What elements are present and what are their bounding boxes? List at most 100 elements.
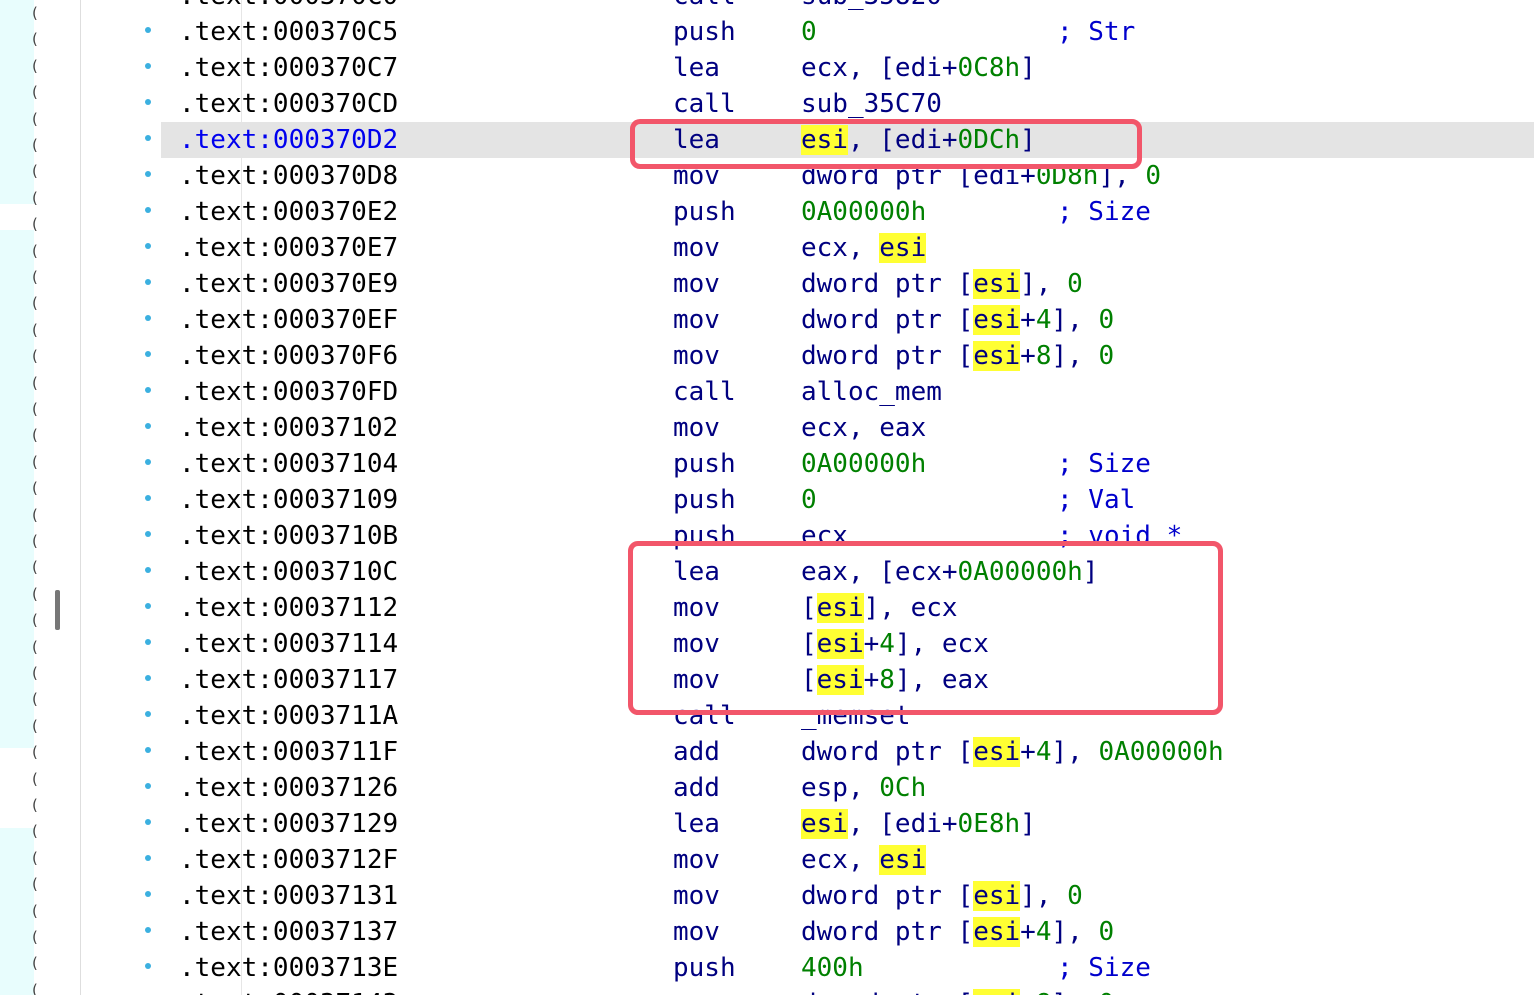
listing-row[interactable]: .text:000370EF mov dword ptr [esi+4], 0 — [81, 302, 1534, 338]
row-address[interactable]: .text:00037112 — [179, 590, 398, 626]
row-operands[interactable]: ecx, esi — [801, 230, 927, 266]
row-operands[interactable]: ecx, [edi+0C8h] — [801, 50, 1036, 86]
listing-row[interactable]: .text:000370CD call sub_35C70 — [81, 86, 1534, 122]
register-highlight[interactable]: esi — [816, 593, 864, 623]
row-mnemonic[interactable]: push — [673, 194, 736, 230]
row-operands[interactable]: alloc_mem — [801, 374, 942, 410]
row-address[interactable]: .text:000370C7 — [179, 50, 398, 86]
row-address[interactable]: .text:00037131 — [179, 878, 398, 914]
row-mnemonic[interactable]: mov — [673, 410, 720, 446]
row-operands[interactable]: dword ptr [esi+8], 0 — [801, 986, 1114, 995]
gutter-scroll-thumb[interactable] — [55, 590, 60, 630]
row-address[interactable]: .text:0003712F — [179, 842, 398, 878]
row-operands[interactable]: dword ptr [esi+4], 0 — [801, 914, 1114, 950]
row-address[interactable]: .text:0003711F — [179, 734, 398, 770]
row-address[interactable]: .text:00037129 — [179, 806, 398, 842]
row-operands[interactable]: [esi+4], ecx — [801, 626, 989, 662]
row-operands[interactable]: ecx, esi — [801, 842, 927, 878]
row-operands[interactable]: 400h — [801, 950, 864, 986]
row-address[interactable]: .text:0003711A — [179, 698, 398, 734]
row-mnemonic[interactable]: mov — [673, 842, 720, 878]
row-operands[interactable]: _memset — [801, 698, 911, 734]
row-operands[interactable]: sub_35C70 — [801, 86, 942, 122]
row-mnemonic[interactable]: call — [673, 0, 736, 14]
row-mnemonic[interactable]: mov — [673, 986, 720, 995]
listing-row[interactable]: .text:000370E2 push 0A00000h ; Size — [81, 194, 1534, 230]
code-listing[interactable]: .text:000370C0callsub_35820.text:000370C… — [81, 0, 1534, 995]
listing-row[interactable]: .text:000370E7 mov ecx, esi — [81, 230, 1534, 266]
listing-row[interactable]: .text:000370FD call alloc_mem — [81, 374, 1534, 410]
row-operands[interactable]: ecx, eax — [801, 410, 926, 446]
register-highlight[interactable]: esi — [973, 305, 1021, 335]
row-mnemonic[interactable]: push — [673, 482, 736, 518]
row-mnemonic[interactable]: lea — [673, 806, 720, 842]
row-address[interactable]: .text:000370EF — [179, 302, 398, 338]
listing-row[interactable]: .text:000370D2 lea esi, [edi+0DCh] — [81, 122, 1534, 158]
row-operands[interactable]: eax, [ecx+0A00000h] — [801, 554, 1098, 590]
row-address[interactable]: .text:000370FD — [179, 374, 398, 410]
register-highlight[interactable]: esi — [801, 809, 848, 839]
row-mnemonic[interactable]: push — [673, 950, 736, 986]
row-operands[interactable]: esp, 0Ch — [801, 770, 926, 806]
row-operands[interactable]: esi, [edi+0DCh] — [801, 122, 1036, 158]
row-mnemonic[interactable]: mov — [673, 302, 720, 338]
listing-row[interactable]: .text:0003710B push ecx ; void * — [81, 518, 1534, 554]
row-mnemonic[interactable]: call — [673, 86, 736, 122]
register-highlight[interactable]: esi — [973, 737, 1021, 767]
row-address[interactable]: .text:00037104 — [179, 446, 398, 482]
listing-row[interactable]: .text:00037112 mov [esi], ecx — [81, 590, 1534, 626]
row-operands[interactable]: 0 — [801, 482, 817, 518]
listing-row[interactable]: .text:000370F6 mov dword ptr [esi+8], 0 — [81, 338, 1534, 374]
listing-row[interactable]: .text:00037117 mov [esi+8], eax — [81, 662, 1534, 698]
row-mnemonic[interactable]: push — [673, 518, 736, 554]
row-mnemonic[interactable]: add — [673, 770, 720, 806]
row-mnemonic[interactable]: mov — [673, 662, 720, 698]
register-highlight[interactable]: esi — [801, 125, 848, 155]
row-address[interactable]: .text:00037126 — [179, 770, 398, 806]
row-operands[interactable]: dword ptr [esi], 0 — [801, 878, 1083, 914]
register-highlight[interactable]: esi — [879, 845, 927, 875]
row-operands[interactable]: dword ptr [edi+0D8h], 0 — [801, 158, 1161, 194]
listing-row[interactable]: .text:000370C0 call sub_35820 — [81, 0, 1534, 14]
listing-row[interactable]: .text:0003710C lea eax, [ecx+0A00000h] — [81, 554, 1534, 590]
row-address[interactable]: .text:000370F6 — [179, 338, 398, 374]
row-address[interactable]: .text:000370CD — [179, 86, 398, 122]
row-mnemonic[interactable]: mov — [673, 338, 720, 374]
row-mnemonic[interactable]: mov — [673, 230, 720, 266]
row-address[interactable]: .text:0003710C — [179, 554, 398, 590]
listing-row[interactable]: .text:00037104 push 0A00000h ; Size — [81, 446, 1534, 482]
row-operands[interactable]: 0 — [801, 14, 817, 50]
row-mnemonic[interactable]: mov — [673, 266, 720, 302]
row-address[interactable]: .text:00037137 — [179, 914, 398, 950]
row-operands[interactable]: sub_35820 — [801, 0, 942, 14]
row-mnemonic[interactable]: mov — [673, 590, 720, 626]
row-operands[interactable]: [esi], ecx — [801, 590, 958, 626]
row-address[interactable]: .text:000370C0 — [179, 0, 398, 14]
listing-row[interactable]: .text:00037129 lea esi, [edi+0E8h] — [81, 806, 1534, 842]
row-mnemonic[interactable]: lea — [673, 50, 720, 86]
row-address[interactable]: .text:000370D2 — [179, 122, 398, 158]
row-address[interactable]: .text:00037114 — [179, 626, 398, 662]
row-address[interactable]: .text:0003713E — [179, 950, 398, 986]
listing-row[interactable]: .text:0003713E push 400h ; Size — [81, 950, 1534, 986]
row-address[interactable]: .text:000370E7 — [179, 230, 398, 266]
row-operands[interactable]: esi, [edi+0E8h] — [801, 806, 1036, 842]
row-address[interactable]: .text:000370E2 — [179, 194, 398, 230]
row-mnemonic[interactable]: mov — [673, 914, 720, 950]
row-mnemonic[interactable]: mov — [673, 626, 720, 662]
listing-row[interactable]: .text:00037126 add esp, 0Ch — [81, 770, 1534, 806]
row-address[interactable]: .text:000370D8 — [179, 158, 398, 194]
row-mnemonic[interactable]: call — [673, 698, 736, 734]
listing-row[interactable]: .text:00037102 mov ecx, eax — [81, 410, 1534, 446]
register-highlight[interactable]: esi — [973, 989, 1021, 995]
row-mnemonic[interactable]: add — [673, 734, 720, 770]
listing-row[interactable]: .text:000370D8 mov dword ptr [edi+0D8h], 0 — [81, 158, 1534, 194]
row-mnemonic[interactable]: lea — [673, 554, 720, 590]
register-highlight[interactable]: esi — [973, 341, 1021, 371]
row-operands[interactable]: 0A00000h — [801, 194, 926, 230]
row-operands[interactable]: [esi+8], eax — [801, 662, 989, 698]
row-mnemonic[interactable]: lea — [673, 122, 720, 158]
register-highlight[interactable]: esi — [973, 269, 1021, 299]
row-address[interactable]: .text:00037102 — [179, 410, 398, 446]
listing-row[interactable]: .text:0003711F add dword ptr [esi+4], 0A00… — [81, 734, 1534, 770]
